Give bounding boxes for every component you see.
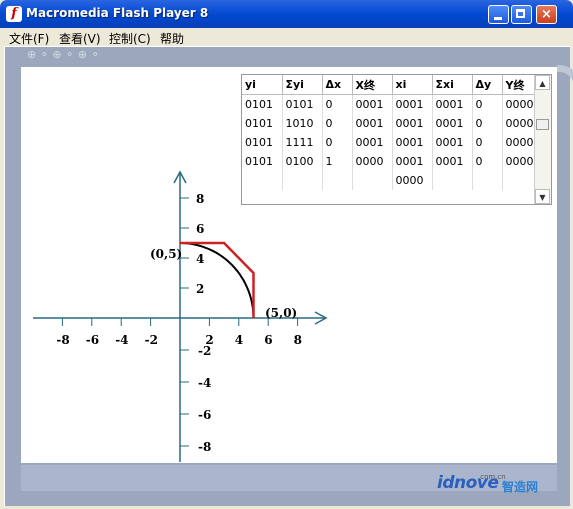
column-header: Σyi [282,75,323,95]
x-tick-label: -8 [56,333,69,347]
x-tick-label: -4 [115,333,128,347]
y-tick-label: -8 [198,440,211,454]
table-cell: 0101 [242,152,283,171]
column-header: xi [392,75,433,95]
table-cell: 0001 [392,152,433,171]
interpolation-path [180,241,255,318]
table-cell: 0101 [282,94,323,114]
column-header: Δy [472,75,503,95]
table-cell: 0 [472,152,503,171]
table-cell: 0001 [432,114,473,133]
x-tick-label: -2 [145,333,158,347]
column-header: Δx [322,75,353,95]
x-tick-label: -6 [86,333,99,347]
table-cell: 0000 [502,133,537,152]
table-cell: 0000 [352,152,393,171]
table-cell: 0001 [432,94,473,114]
table-cell: 0001 [392,94,433,114]
table-row: 0101 1010 0 0001 0001 0001 0 0000 [242,114,537,133]
y-tick-label: -4 [198,376,211,390]
y-tick-label: -6 [198,408,211,422]
column-header: Σxi [432,75,473,95]
watermark-suffix: 智造网 [502,480,539,494]
table-cell: 0 [322,94,353,114]
table-cell: 0000 [502,114,537,133]
table-cell [322,171,353,190]
table-cell [432,171,473,190]
table-cell [352,171,393,190]
y-tick-label: 6 [196,222,204,236]
table-cell: 1010 [282,114,323,133]
watermark-brand: idnove [437,473,499,493]
table-cell: 0 [322,114,353,133]
table-row: 0101 0101 0 0001 0001 0001 0 0000 [242,94,537,114]
x-tick-label: 4 [235,333,243,347]
table-cell: 0101 [242,133,283,152]
table-cell: 0001 [352,133,393,152]
table-cell: 0001 [432,133,473,152]
column-header: X终 [352,75,393,95]
table-cell: 0 [472,94,503,114]
table-cell: 0 [322,133,353,152]
table-row: 0101 0100 1 0000 0001 0001 0 0000 [242,152,537,171]
column-header: yi [242,75,283,95]
x-tick-label: 6 [264,333,272,347]
data-table[interactable]: yi Σyi Δx X终 xi Σxi Δy Y终 0101 0101 0 0001 0001 0001… [241,74,552,205]
table-cell: 0 [472,114,503,133]
table-cell [242,171,283,190]
table-cell: 1111 [282,133,323,152]
table-cell [472,171,503,190]
table-cell: 0101 [242,114,283,133]
table-cell [282,171,323,190]
scroll-thumb[interactable] [536,119,549,130]
circle-arc [179,242,255,319]
table-cell: 0001 [392,133,433,152]
table-cell: 0001 [352,114,393,133]
table-cell: 0000 [502,152,537,171]
scroll-up-icon[interactable]: ▲ [535,75,550,90]
y-tick-label: 4 [196,252,204,266]
table-cell: 0001 [392,114,433,133]
table-cell: 1 [322,152,353,171]
scroll-down-icon[interactable]: ▼ [535,189,550,204]
table-scrollbar[interactable]: ▲ ▼ [534,75,551,204]
y-tick-label: 8 [196,192,204,206]
x-tick-label: 8 [294,333,302,347]
table-cell: 0101 [242,94,283,114]
table-row: 0101 1111 0 0001 0001 0001 0 0000 [242,133,537,152]
y-tick-label: -2 [198,344,211,358]
start-point-label: (0,5) [150,247,182,261]
table-cell [502,171,537,190]
table-cell: 0000 [502,94,537,114]
table-header: yi Σyi Δx X终 xi Σxi Δy Y终 [242,75,537,95]
column-header: Y终 [502,75,537,95]
end-point-label: (5,0) [265,306,297,320]
table-cell: 0001 [432,152,473,171]
table-row: 0000 [242,171,537,190]
table-cell: 0000 [392,171,433,190]
table-cell: 0001 [352,94,393,114]
table-cell: 0 [472,133,503,152]
table-cell: 0100 [282,152,323,171]
y-tick-label: 2 [196,282,204,296]
